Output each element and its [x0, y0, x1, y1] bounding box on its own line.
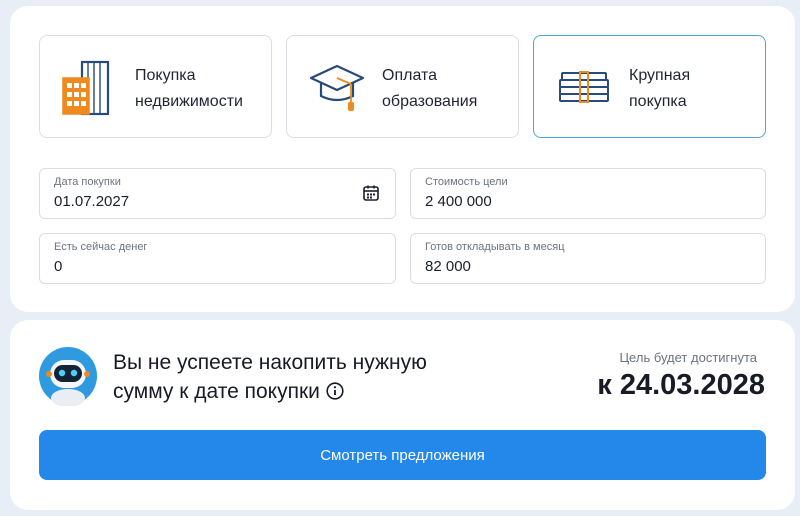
purchase-date-field[interactable]: Дата покупки 01.07.2027	[39, 168, 396, 219]
monthly-saving-field[interactable]: Готов откладывать в месяц 82 000	[410, 233, 766, 284]
money-now-label: Есть сейчас денег	[54, 241, 148, 253]
goal-cost-field[interactable]: Стоимость цели 2 400 000	[410, 168, 766, 219]
robot-assistant-icon	[39, 347, 97, 406]
goal-calculator-card: Покупка недвижимости Оплата образования …	[10, 6, 795, 312]
money-now-field[interactable]: Есть сейчас денег 0	[39, 233, 396, 284]
building-icon	[62, 60, 110, 116]
money-now-value[interactable]: 0	[54, 258, 62, 275]
info-icon[interactable]	[326, 382, 344, 400]
goal-option-education[interactable]: Оплата образования	[286, 35, 519, 138]
monthly-saving-label: Готов откладывать в месяц	[425, 241, 565, 253]
purchase-date-label: Дата покупки	[54, 176, 121, 188]
goal-label-real-estate: Покупка недвижимости	[135, 67, 243, 110]
goal-label-big-purchase: Крупная покупка	[629, 67, 691, 110]
result-card: Вы не успеете накопить нужную сумму к да…	[10, 320, 795, 510]
goal-reached-date: к 24.03.2028	[597, 369, 765, 401]
goal-cost-value[interactable]: 2 400 000	[425, 193, 492, 210]
goal-reached-label: Цель будет достигнута	[619, 350, 757, 365]
graduation-cap-icon	[309, 64, 365, 111]
result-message: Вы не успеете накопить нужную сумму к да…	[113, 351, 427, 403]
goal-cost-label: Стоимость цели	[425, 176, 508, 188]
money-stack-icon	[559, 71, 609, 103]
goal-option-big-purchase[interactable]: Крупная покупка	[533, 35, 766, 138]
monthly-saving-value[interactable]: 82 000	[425, 258, 471, 275]
purchase-date-value[interactable]: 01.07.2027	[54, 193, 129, 210]
goal-label-education: Оплата образования	[382, 67, 478, 110]
goal-option-real-estate[interactable]: Покупка недвижимости	[39, 35, 272, 138]
view-offers-button[interactable]: Смотреть предложения	[39, 430, 766, 480]
calendar-icon[interactable]	[362, 184, 380, 202]
